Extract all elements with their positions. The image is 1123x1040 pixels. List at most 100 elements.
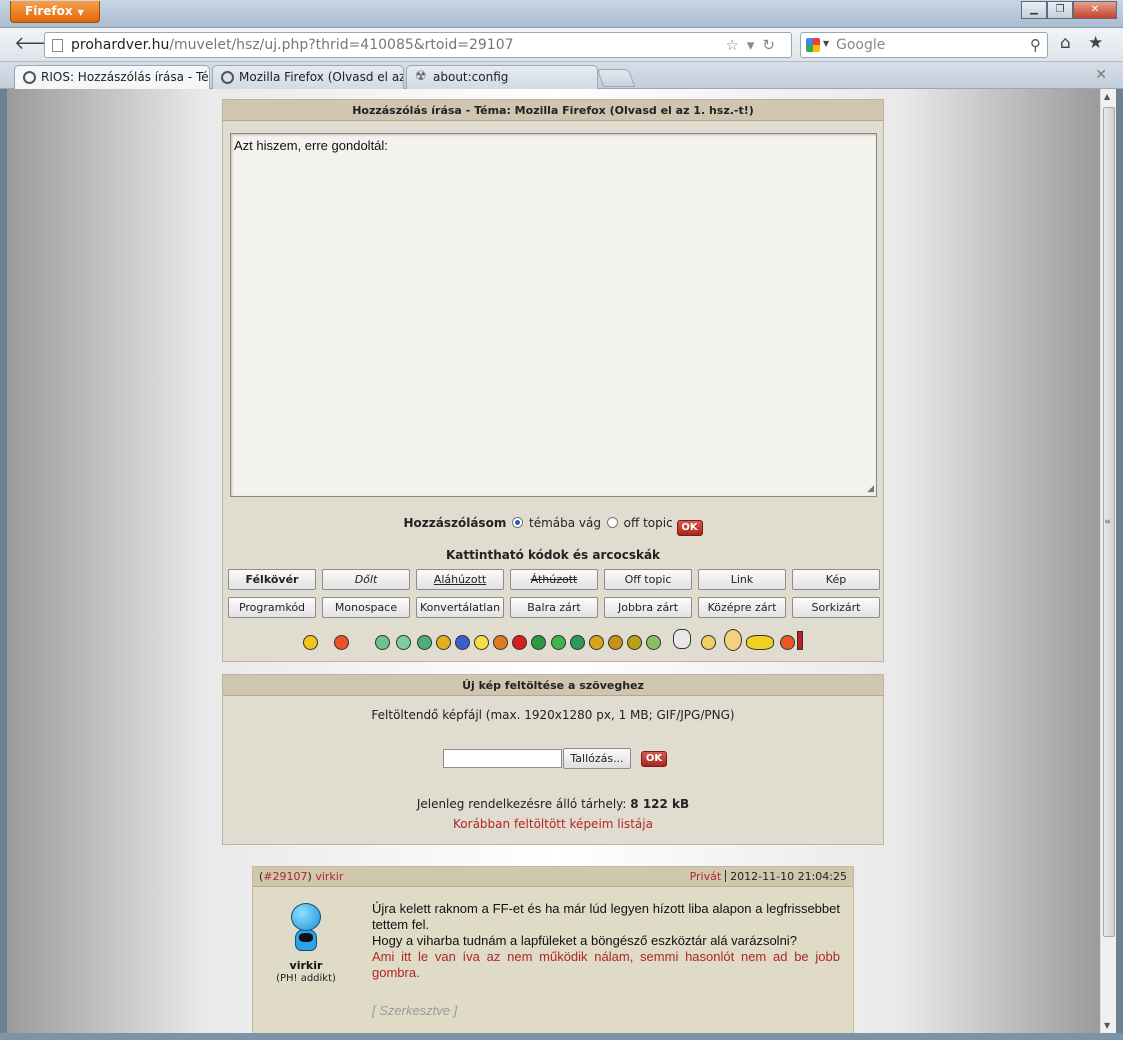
robot-smiley-icon[interactable]	[673, 629, 691, 649]
user-name[interactable]: virkir	[253, 959, 359, 972]
underline-button[interactable]: Aláhúzott	[416, 569, 504, 590]
post-type-label: Hozzászólásom	[403, 516, 507, 530]
cool-smiley-icon[interactable]	[570, 635, 585, 650]
search-input[interactable]: Google	[836, 37, 885, 53]
previous-images-link[interactable]: Korábban feltöltött képeim listája	[223, 817, 883, 831]
sick-smiley-icon[interactable]	[646, 635, 661, 650]
quoted-post: (#29107) virkir Privát 2012-11-10 21:04:2…	[252, 866, 854, 1033]
close-window-button[interactable]: ✕	[1073, 1, 1117, 19]
compose-panel: Hozzászólás írása - Téma: Mozilla Firefo…	[222, 99, 884, 662]
post-text[interactable]: Azt hiszem, erre gondoltál:	[234, 138, 388, 153]
post-number-link[interactable]: #29107	[263, 870, 307, 883]
upload-label: Feltöltendő képfájl (max. 1920x1280 px, …	[371, 708, 735, 722]
align-right-button[interactable]: Jobbra zárt	[604, 597, 692, 618]
tongue-smiley-icon[interactable]	[493, 635, 508, 650]
italic-button[interactable]: Dőlt	[322, 569, 410, 590]
neutral-smiley-icon[interactable]	[608, 635, 623, 650]
image-button[interactable]: Kép	[792, 569, 880, 590]
devil-smiley-icon[interactable]	[551, 635, 566, 650]
search-engine-dropdown-icon[interactable]: ▼	[823, 39, 829, 48]
post-author-link[interactable]: virkir	[315, 870, 343, 883]
bold-button[interactable]: Félkövér	[228, 569, 316, 590]
bookmarks-star-icon[interactable]: ★	[1088, 33, 1103, 53]
smiley-icon[interactable]	[303, 635, 318, 650]
page-icon	[52, 39, 63, 52]
blue-smiley-icon[interactable]	[455, 635, 470, 650]
off-topic-label[interactable]: off topic	[624, 516, 673, 530]
post-header: (#29107) virkir Privát 2012-11-10 21:04:2…	[253, 867, 853, 887]
private-message-link[interactable]: Privát	[690, 870, 722, 883]
wall-smiley-icon[interactable]	[797, 631, 803, 650]
post-textarea[interactable]: Azt hiszem, erre gondoltál: ◢	[230, 133, 877, 497]
tab-firefox-topic[interactable]: Mozilla Firefox (Olvasd el az ...	[212, 65, 404, 89]
pacman-smiley-icon[interactable]	[780, 635, 795, 650]
on-topic-label[interactable]: témába vág	[529, 516, 601, 530]
bookmark-star-icon[interactable]: ☆	[725, 36, 746, 54]
flying-smiley-icon[interactable]	[746, 635, 774, 650]
storage-value: 8 122 kB	[630, 797, 690, 811]
angry-smiley-icon[interactable]	[334, 635, 349, 650]
maximize-button[interactable]: ❐	[1047, 1, 1073, 19]
site-favicon-icon	[23, 71, 36, 84]
red-smiley-icon[interactable]	[512, 635, 527, 650]
worried-smiley-icon[interactable]	[627, 635, 642, 650]
sad-smiley-icon[interactable]	[474, 635, 489, 650]
post-line-offtopic: Ami itt le van íva az nem működik nálam,…	[372, 949, 840, 980]
window-bottom-frame	[0, 1033, 1123, 1040]
tab-about-config[interactable]: ☢ about:config	[406, 65, 598, 89]
submit-post-button[interactable]: OK	[676, 520, 703, 536]
magnifier-icon[interactable]: ⚲	[1030, 36, 1041, 54]
laugh-smiley-icon[interactable]	[417, 635, 432, 650]
align-left-button[interactable]: Balra zárt	[510, 597, 598, 618]
edited-link[interactable]: [ Szerkesztve ]	[372, 1003, 457, 1018]
dropdown-icon[interactable]: ▾	[747, 36, 763, 54]
firefox-menu-button[interactable]: Firefox ▼	[10, 1, 100, 23]
post-line: Hogy a viharba tudnám a lapfüleket a bön…	[372, 933, 797, 948]
confused-smiley-icon[interactable]	[701, 635, 716, 650]
shout-smiley-icon[interactable]	[531, 635, 546, 650]
home-icon[interactable]: ⌂	[1060, 33, 1071, 53]
avatar-head	[291, 903, 321, 931]
off-topic-radio[interactable]	[606, 517, 618, 528]
off-topic-button[interactable]: Off topic	[604, 569, 692, 590]
unconverted-button[interactable]: Konvertálatlan	[416, 597, 504, 618]
reload-icon[interactable]: ↻	[762, 36, 783, 54]
url-text[interactable]: prohardver.hu/muvelet/hsz/uj.php?thrid=4…	[71, 37, 514, 53]
browse-button[interactable]: Tallózás...	[563, 748, 631, 769]
smile-smiley-icon[interactable]	[589, 635, 604, 650]
search-bar[interactable]: ▼ Google ⚲	[800, 32, 1048, 58]
mushroom-smiley-icon[interactable]	[396, 635, 411, 650]
google-icon[interactable]	[806, 38, 820, 52]
monospace-button[interactable]: Monospace	[322, 597, 410, 618]
shocked-smiley-icon[interactable]	[724, 629, 742, 651]
url-bar[interactable]: prohardver.hu/muvelet/hsz/uj.php?thrid=4…	[44, 32, 792, 58]
grin-smiley-icon[interactable]	[375, 635, 390, 650]
justify-button[interactable]: Sorkizárt	[792, 597, 880, 618]
scroll-up-icon[interactable]: ▲	[1104, 92, 1110, 101]
upload-ok-button[interactable]: OK	[641, 751, 667, 767]
post-meta: Privát 2012-11-10 21:04:25	[690, 870, 847, 883]
on-topic-radio[interactable]	[512, 517, 524, 528]
avatar[interactable]	[289, 903, 323, 955]
tab-label: RIOS: Hozzászólás írása - Té...	[41, 70, 210, 84]
file-input[interactable]	[443, 749, 562, 768]
new-tab-button[interactable]	[596, 69, 636, 87]
program-code-button[interactable]: Programkód	[228, 597, 316, 618]
strikethrough-button[interactable]: Áthúzott	[510, 569, 598, 590]
minimize-button[interactable]: ▁	[1021, 1, 1047, 19]
url-bar-icons: ☆▾↻	[725, 36, 783, 54]
close-tab-icon[interactable]: ✕	[1095, 67, 1107, 83]
post-line: Újra kelett raknom a FF-et és ha már lúd…	[372, 901, 840, 932]
scroll-down-icon[interactable]: ▼	[1104, 1021, 1110, 1030]
upload-heading: Új kép feltöltése a szöveghez	[223, 675, 883, 696]
tab-bar: RIOS: Hozzászólás írása - Té... Mozilla …	[0, 62, 1123, 90]
tab-compose[interactable]: RIOS: Hozzászólás írása - Té...	[14, 65, 210, 90]
upload-panel: Új kép feltöltése a szöveghez Feltöltend…	[222, 674, 884, 845]
align-center-button[interactable]: Középre zárt	[698, 597, 786, 618]
user-rank: (PH! addikt)	[276, 973, 336, 984]
codes-title: Kattintható kódok és arcocskák	[445, 548, 661, 562]
vertical-scrollbar[interactable]: ▲ ≡ ▼	[1100, 89, 1116, 1033]
wink-smiley-icon[interactable]	[436, 635, 451, 650]
resize-grip-icon[interactable]: ◢	[867, 483, 874, 494]
link-button[interactable]: Link	[698, 569, 786, 590]
